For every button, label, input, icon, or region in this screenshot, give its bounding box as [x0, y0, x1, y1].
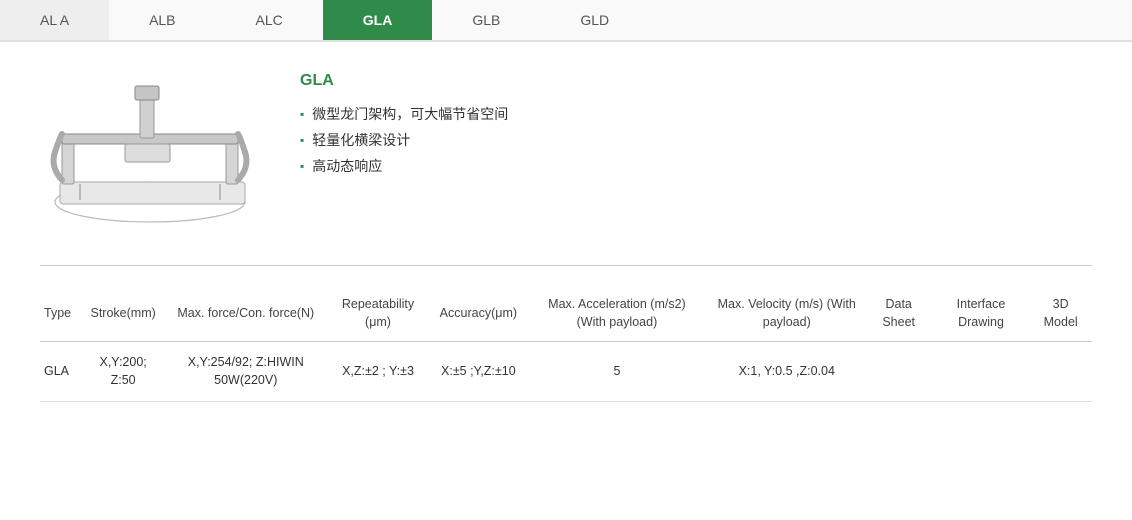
col-accuracy: Accuracy(μm): [432, 286, 525, 342]
col-acceleration: Max. Acceleration (m/s2) (With payload): [525, 286, 709, 342]
col-datasheet: Data Sheet: [865, 286, 933, 342]
tab-gla[interactable]: GLA: [323, 0, 433, 40]
cell-stroke: X,Y:200; Z:50: [79, 342, 167, 402]
feature-3: 高动态响应: [300, 156, 1092, 176]
cell-acceleration: 5: [525, 342, 709, 402]
col-3d: 3D Model: [1029, 286, 1092, 342]
spec-table: Type Stroke(mm) Max. force/Con. force(N)…: [40, 286, 1092, 402]
col-interface: Interface Drawing: [933, 286, 1030, 342]
col-force: Max. force/Con. force(N): [167, 286, 324, 342]
tab-ala[interactable]: AL A: [0, 0, 109, 40]
cell-datasheet: [865, 342, 933, 402]
cell-velocity: X:1, Y:0.5 ,Z:0.04: [709, 342, 865, 402]
cell-accuracy: X:±5 ;Y,Z:±10: [432, 342, 525, 402]
product-image: [40, 72, 260, 235]
feature-2: 轻量化横梁设计: [300, 130, 1092, 150]
col-stroke: Stroke(mm): [79, 286, 167, 342]
feature-1: 微型龙门架构，可大幅节省空间: [300, 104, 1092, 124]
col-repeatability: Repeatability (μm): [324, 286, 431, 342]
product-title: GLA: [300, 72, 1092, 90]
tab-alb[interactable]: ALB: [109, 0, 215, 40]
table-row: GLA X,Y:200; Z:50 X,Y:254/92; Z:HIWIN 50…: [40, 342, 1092, 402]
cell-force: X,Y:254/92; Z:HIWIN 50W(220V): [167, 342, 324, 402]
main-content: GLA 微型龙门架构，可大幅节省空间 轻量化横梁设计 高动态响应 Type St…: [0, 42, 1132, 422]
cell-interface-drawing: [933, 342, 1030, 402]
tab-navigation: AL A ALB ALC GLA GLB GLD: [0, 0, 1132, 42]
product-section: GLA 微型龙门架构，可大幅节省空间 轻量化横梁设计 高动态响应: [40, 72, 1092, 235]
tab-glb[interactable]: GLB: [432, 0, 540, 40]
tab-gld[interactable]: GLD: [540, 0, 649, 40]
product-info: GLA 微型龙门架构，可大幅节省空间 轻量化横梁设计 高动态响应: [300, 72, 1092, 182]
cell-type: GLA: [40, 342, 79, 402]
cell-3d-model: [1029, 342, 1092, 402]
section-divider: [40, 265, 1092, 266]
col-type: Type: [40, 286, 79, 342]
table-header-row: Type Stroke(mm) Max. force/Con. force(N)…: [40, 286, 1092, 342]
tab-alc[interactable]: ALC: [216, 0, 323, 40]
cell-repeatability: X,Z:±2 ; Y:±3: [324, 342, 431, 402]
col-velocity: Max. Velocity (m/s) (With payload): [709, 286, 865, 342]
product-features: 微型龙门架构，可大幅节省空间 轻量化横梁设计 高动态响应: [300, 104, 1092, 176]
